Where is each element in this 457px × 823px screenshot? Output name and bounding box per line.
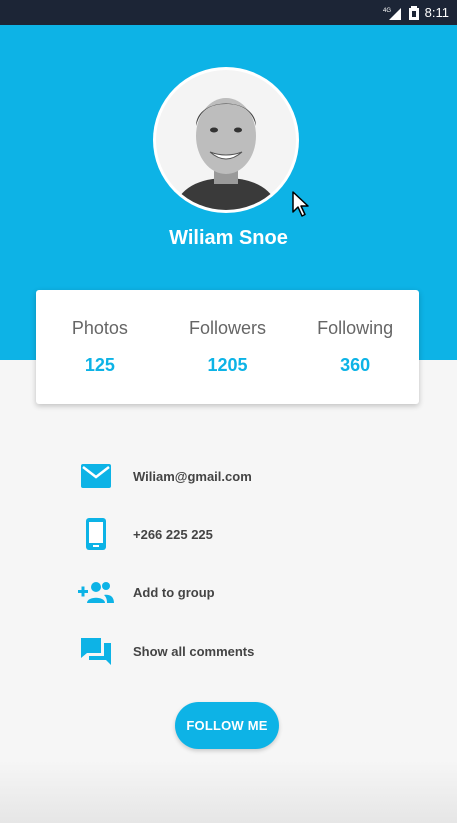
stat-value: 125: [84, 355, 115, 375]
stats-card: Photos 125 Followers 1205 Following 360: [36, 290, 419, 404]
stat-value: 360: [340, 355, 371, 375]
signal-icon: 4G: [383, 6, 403, 20]
phone-icon: [78, 516, 114, 552]
network-type-label: 4G: [383, 8, 391, 14]
status-time: 8:11: [424, 5, 449, 20]
comments-text: Show all comments: [133, 643, 255, 659]
email-text: Wiliam@gmail.com: [133, 468, 252, 484]
status-bar: 4G 8:11: [0, 0, 457, 25]
add-group-icon: [78, 574, 114, 610]
avatar[interactable]: [156, 70, 296, 210]
stat-value: 1205: [207, 355, 248, 375]
mouse-cursor-icon: [291, 190, 311, 223]
follow-me-button[interactable]: FOLLOW ME: [175, 702, 279, 749]
add-group-text: Add to group: [133, 584, 215, 600]
stat-label: Followers: [188, 318, 267, 338]
email-row[interactable]: Wiliam@gmail.com: [78, 458, 252, 494]
comments-icon: [78, 633, 114, 669]
email-icon: [78, 458, 114, 494]
stat-photos[interactable]: Photos 125: [36, 290, 164, 404]
comments-row[interactable]: Show all comments: [78, 633, 254, 669]
bottom-gradient: [0, 760, 457, 823]
phone-text: +266 225 225: [133, 526, 213, 542]
phone-row[interactable]: +266 225 225: [78, 516, 213, 552]
stat-label: Following: [317, 318, 394, 338]
battery-icon: [408, 5, 419, 20]
stat-label: Photos: [71, 318, 128, 338]
add-group-row[interactable]: Add to group: [78, 574, 215, 610]
stat-following[interactable]: Following 360: [291, 290, 419, 404]
stat-followers[interactable]: Followers 1205: [164, 290, 292, 404]
profile-name: Wiliam Snoe: [169, 227, 288, 249]
avatar-photo: [156, 70, 296, 210]
